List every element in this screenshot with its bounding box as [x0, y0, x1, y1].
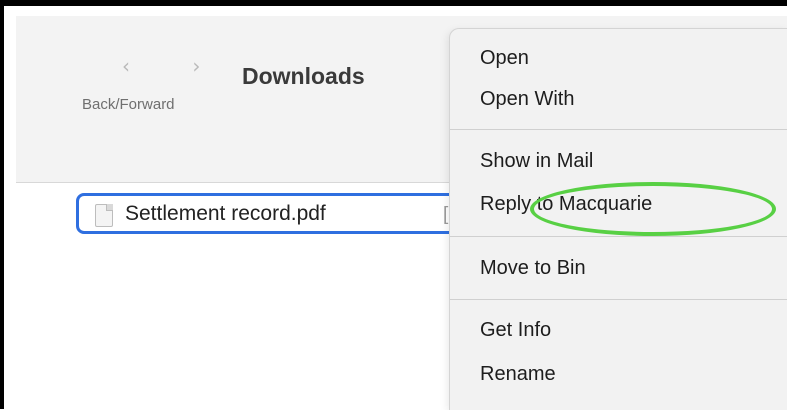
menu-separator: [450, 236, 787, 237]
menu-item-rename[interactable]: Rename: [480, 363, 556, 386]
file-name: Settlement record.pdf: [125, 202, 326, 225]
menu-item-open[interactable]: Open: [480, 47, 529, 70]
window-title: Downloads: [242, 63, 365, 89]
menu-item-move-to-bin[interactable]: Move to Bin: [480, 257, 586, 280]
file-row-trailing-glyph: [: [443, 204, 449, 225]
menu-item-get-info[interactable]: Get Info: [480, 319, 551, 342]
back-forward-label: Back/Forward: [82, 96, 175, 113]
menu-item-show-in-mail[interactable]: Show in Mail: [480, 150, 593, 173]
pdf-file-icon: [95, 204, 113, 227]
file-row-selected[interactable]: Settlement record.pdf [: [76, 193, 496, 234]
back-forward-arrows[interactable]: ‹ ›: [122, 54, 228, 78]
menu-separator: [450, 129, 787, 130]
menu-separator: [450, 299, 787, 300]
highlight-annotation-ring: [530, 182, 776, 236]
menu-item-open-with[interactable]: Open With: [480, 88, 574, 111]
